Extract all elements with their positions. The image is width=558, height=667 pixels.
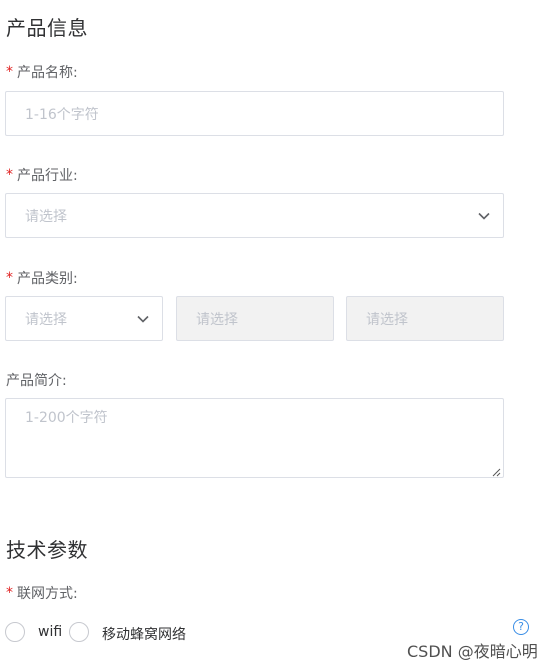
product-info-title: 产品信息: [6, 16, 88, 40]
category-level2-placeholder: 请选择: [196, 311, 238, 328]
product-intro-label-text: 产品简介:: [6, 373, 67, 389]
tech-params-title: 技术参数: [6, 538, 88, 562]
product-category-select-level1[interactable]: 请选择: [5, 296, 163, 341]
product-industry-placeholder: 请选择: [25, 208, 67, 225]
product-name-input[interactable]: 1-16个字符: [5, 91, 504, 136]
product-industry-label: * 产品行业:: [6, 165, 78, 185]
required-star: *: [6, 270, 13, 286]
resize-handle-icon[interactable]: [491, 465, 501, 477]
help-question-icon[interactable]: ?: [513, 619, 529, 635]
chevron-down-icon: [477, 209, 491, 223]
radio-cellular-label[interactable]: 移动蜂窝网络: [102, 624, 186, 644]
watermark: CSDN @夜暗心明: [407, 642, 538, 661]
product-industry-label-text: 产品行业:: [17, 168, 78, 184]
product-name-label-text: 产品名称:: [17, 65, 78, 81]
product-industry-select[interactable]: 请选择: [5, 193, 504, 238]
category-level3-placeholder: 请选择: [366, 311, 408, 328]
chevron-down-icon: [136, 312, 150, 326]
category-level1-placeholder: 请选择: [25, 311, 67, 328]
product-category-label-text: 产品类别:: [17, 271, 78, 287]
product-name-label: * 产品名称:: [6, 62, 78, 82]
product-intro-textarea[interactable]: 1-200个字符: [5, 398, 504, 478]
radio-wifi-label[interactable]: wifi: [38, 624, 62, 640]
required-star: *: [6, 167, 13, 183]
product-intro-label: 产品简介:: [6, 370, 67, 390]
network-label: * 联网方式:: [6, 583, 78, 603]
product-category-label: * 产品类别:: [6, 268, 78, 288]
required-star: *: [6, 64, 13, 80]
product-category-select-level3[interactable]: 请选择: [346, 296, 504, 341]
product-category-select-level2[interactable]: 请选择: [176, 296, 334, 341]
radio-cellular[interactable]: [69, 622, 89, 642]
radio-wifi[interactable]: [5, 622, 25, 642]
required-star: *: [6, 585, 13, 601]
product-intro-placeholder: 1-200个字符: [25, 410, 108, 426]
product-name-placeholder: 1-16个字符: [25, 106, 99, 123]
network-label-text: 联网方式:: [17, 586, 78, 602]
